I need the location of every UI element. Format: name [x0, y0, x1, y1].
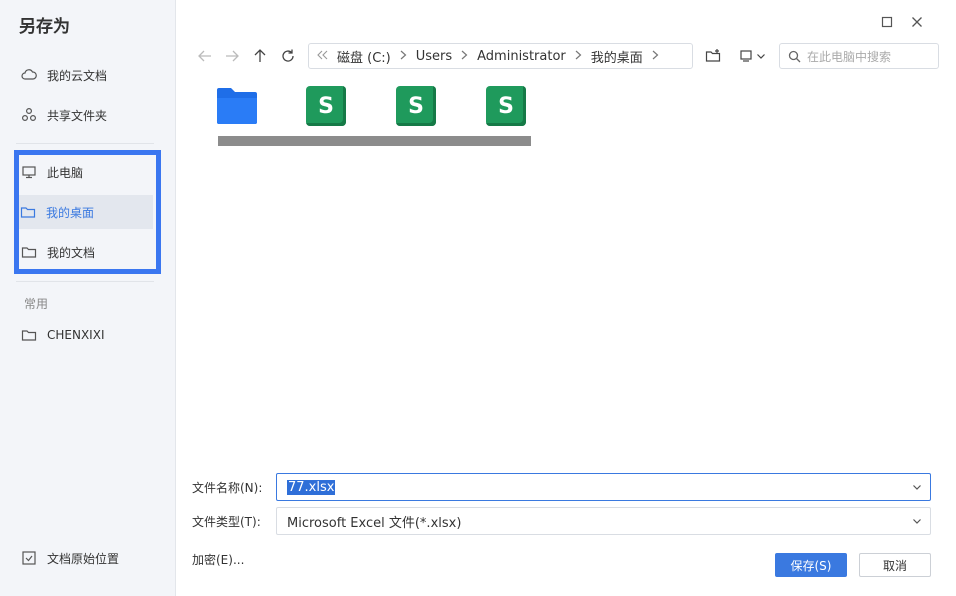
chevron-right-icon[interactable]	[652, 49, 659, 64]
chevrons-left-icon[interactable]	[317, 49, 329, 64]
new-folder-button[interactable]	[703, 44, 723, 68]
breadcrumb-item[interactable]: 我的桌面	[591, 47, 643, 66]
share-icon	[20, 106, 38, 124]
location-icon	[20, 549, 38, 567]
sidebar-item-chenxixi[interactable]: CHENXIXI	[20, 318, 150, 352]
refresh-button[interactable]	[277, 45, 299, 67]
chevron-right-icon	[575, 49, 582, 64]
filename-label: 文件名称(N):	[192, 481, 263, 495]
breadcrumb: 磁盘 (C:) Users Administrator 我的桌面	[308, 43, 693, 69]
dialog-title: 另存为	[19, 17, 70, 37]
arrow-up-icon	[254, 49, 266, 62]
arrow-left-icon	[198, 50, 211, 62]
spreadsheet-file-item[interactable]: S	[306, 86, 350, 130]
search-placeholder: 在此电脑中搜索	[807, 49, 892, 64]
selection-highlight-box	[14, 150, 161, 274]
up-button[interactable]	[249, 45, 271, 67]
folder-icon	[217, 88, 257, 124]
sidebar-item-original-location[interactable]: 文档原始位置	[20, 541, 150, 575]
refresh-icon	[282, 49, 294, 62]
spreadsheet-file-item[interactable]: S	[396, 86, 440, 130]
cloud-doc-icon	[20, 66, 38, 84]
maximize-icon	[881, 16, 893, 28]
new-folder-icon	[705, 49, 721, 62]
encrypt-link[interactable]: 加密(E)...	[192, 551, 244, 568]
arrow-right-icon	[226, 50, 239, 62]
sidebar-item-cloud-docs[interactable]: 我的云文档	[20, 58, 150, 92]
chevron-right-icon	[461, 49, 468, 64]
breadcrumb-item[interactable]: Administrator	[477, 49, 566, 64]
section-label-frequent: 常用	[24, 297, 49, 311]
folder-icon	[20, 326, 38, 344]
filename-field[interactable]: 77.xlsx	[276, 473, 931, 501]
search-icon	[788, 50, 801, 62]
breadcrumb-item[interactable]: Users	[416, 49, 452, 64]
sidebar-item-label: CHENXIXI	[47, 328, 105, 342]
forward-button[interactable]	[221, 45, 243, 67]
sidebar-item-label: 共享文件夹	[47, 108, 108, 123]
chevron-down-icon	[913, 519, 921, 524]
close-button[interactable]	[909, 14, 925, 30]
chevron-right-icon	[400, 49, 407, 64]
sidebar-item-label: 我的云文档	[47, 68, 108, 83]
save-button[interactable]: 保存(S)	[775, 553, 847, 577]
redacted-filenames-bar	[218, 136, 531, 146]
sidebar-item-label: 文档原始位置	[47, 551, 120, 566]
spreadsheet-file-item[interactable]: S	[486, 86, 530, 130]
spreadsheet-icon: S	[306, 86, 346, 126]
sidebar: 另存为 我的云文档 共享文件夹 此电脑 我的桌面 我的文档 常用 CHENXIX…	[0, 0, 176, 596]
filename-value: 77.xlsx	[287, 479, 336, 495]
chevron-down-icon	[756, 54, 765, 59]
filetype-select[interactable]: Microsoft Excel 文件(*.xlsx)	[276, 507, 931, 535]
close-icon	[912, 17, 922, 27]
breadcrumb-item[interactable]: 磁盘 (C:)	[337, 47, 391, 66]
search-input[interactable]: 在此电脑中搜索	[779, 43, 939, 69]
view-mode-icon	[739, 50, 752, 62]
back-button[interactable]	[194, 45, 216, 67]
chevron-down-icon[interactable]	[912, 482, 922, 492]
maximize-button[interactable]	[879, 14, 895, 30]
divider	[16, 143, 154, 144]
cancel-button[interactable]: 取消	[859, 553, 931, 577]
filetype-value: Microsoft Excel 文件(*.xlsx)	[287, 515, 462, 531]
view-mode-dropdown[interactable]	[736, 44, 768, 68]
divider	[16, 281, 154, 282]
sidebar-item-shared-folder[interactable]: 共享文件夹	[20, 98, 150, 132]
spreadsheet-icon: S	[486, 86, 526, 126]
folder-item[interactable]	[216, 86, 260, 130]
filetype-label: 文件类型(T):	[192, 515, 261, 529]
spreadsheet-icon: S	[396, 86, 436, 126]
